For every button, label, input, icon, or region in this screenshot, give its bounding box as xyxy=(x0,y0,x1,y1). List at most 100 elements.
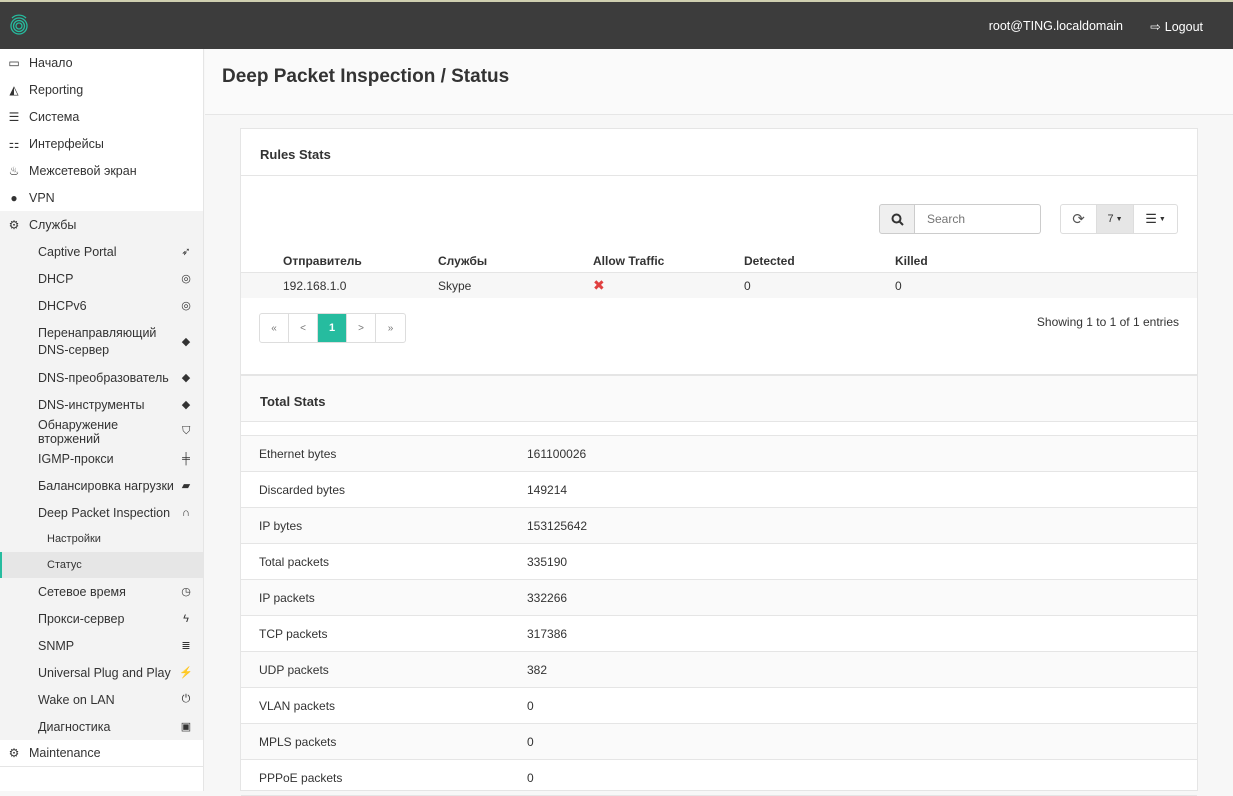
search-button[interactable] xyxy=(879,204,915,234)
bullseye-icon: ◎ xyxy=(181,273,191,285)
page-1[interactable]: 1 xyxy=(318,314,347,342)
page-last[interactable]: » xyxy=(376,314,405,342)
sidebar-service-7[interactable]: IGMP-прокси ╪ xyxy=(0,445,203,472)
database-icon: ≣ xyxy=(181,640,191,652)
sidebar-service-9[interactable]: Deep Packet Inspection ∩ xyxy=(0,499,203,526)
sidebar-item-0[interactable]: ▭ Начало xyxy=(0,49,203,76)
columns-dropdown[interactable]: ☰ ▼ xyxy=(1134,205,1177,233)
power-icon: ⏻ xyxy=(181,693,191,705)
sidebar-service-0[interactable]: Captive Portal ➶ xyxy=(0,238,203,265)
total-stats-title: Total Stats xyxy=(241,376,1197,422)
medkit-icon: ▣ xyxy=(180,721,192,733)
sidebar-service-3[interactable]: Перенаправляющий DNS-сервер ◆ xyxy=(0,319,203,364)
stats-row: MPLS packets 0 xyxy=(241,724,1197,760)
fire-icon: ♨ xyxy=(8,163,20,178)
stat-value: 382 xyxy=(527,662,548,677)
page-header: Deep Packet Inspection / Status xyxy=(205,49,1233,115)
caret-down-icon: ▼ xyxy=(1115,215,1123,223)
page-prev[interactable]: < xyxy=(289,314,318,342)
sidebar-service2-3[interactable]: Universal Plug and Play ⚡ xyxy=(0,659,203,686)
grid-actions: ⟳ 7 ▼ ☰ ▼ xyxy=(1060,204,1178,234)
area-chart-icon: ◭ xyxy=(9,82,19,97)
truck-icon: ▰ xyxy=(181,480,191,492)
stat-label: IP bytes xyxy=(259,518,303,533)
sidebar-service2-1[interactable]: Прокси-сервер ϟ xyxy=(0,605,203,632)
stat-value: 0 xyxy=(527,734,534,749)
column-killed[interactable]: Killed xyxy=(895,254,1045,268)
sidebar-service2-4[interactable]: Wake on LAN ⏻ xyxy=(0,686,203,713)
refresh-button[interactable]: ⟳ xyxy=(1061,205,1097,233)
stats-row: Ethernet bytes 161100026 xyxy=(241,436,1197,472)
tags-icon: ◆ xyxy=(181,399,191,411)
sidebar-service2-0[interactable]: Сетевое время ◷ xyxy=(0,578,203,605)
sidebar-item-3[interactable]: ⚏ Интерфейсы xyxy=(0,130,203,157)
paper-plane-icon: ➶ xyxy=(181,246,191,258)
stats-row: TCP packets 317386 xyxy=(241,616,1197,652)
sidebar-service2-2[interactable]: SNMP ≣ xyxy=(0,632,203,659)
page-size-dropdown[interactable]: 7 ▼ xyxy=(1097,205,1134,233)
column-services[interactable]: Службы xyxy=(438,254,593,268)
page-next[interactable]: > xyxy=(347,314,376,342)
logout-button[interactable]: ⇨ Logout xyxy=(1150,19,1203,35)
top-bar: root@TING.localdomain ⇨ Logout xyxy=(0,0,1233,49)
column-sender[interactable]: Отправитель xyxy=(241,254,438,268)
cog-icon: ⚙ xyxy=(8,217,20,232)
stat-value: 332266 xyxy=(527,590,568,605)
search-input[interactable] xyxy=(915,204,1041,234)
sidebar-service-2[interactable]: DHCPv6 ◎ xyxy=(0,292,203,319)
stat-label: VLAN packets xyxy=(259,698,336,713)
page-first[interactable]: « xyxy=(260,314,289,342)
sitemap-icon: ⚏ xyxy=(8,136,20,151)
stat-label: MPLS packets xyxy=(259,734,337,749)
stats-row: UDP packets 382 xyxy=(241,652,1197,688)
stat-label: UDP packets xyxy=(259,662,329,677)
sidebar-item-6[interactable]: ⚙ Службы xyxy=(0,211,203,238)
rules-stats-card: Rules Stats ⟳ 7▼ ☰▼ Отправитель Службы A… xyxy=(240,128,1198,796)
sidebar-service2-5[interactable]: Диагностика ▣ xyxy=(0,713,203,740)
sidebar-item-dpi-settings[interactable]: Настройки xyxy=(0,526,203,552)
column-allow-traffic[interactable]: Allow Traffic xyxy=(593,254,744,268)
user-name[interactable]: root@TING.localdomain xyxy=(989,19,1123,33)
refresh-icon: ⟳ xyxy=(1072,211,1085,228)
sidebar-service-5[interactable]: DNS-инструменты ◆ xyxy=(0,391,203,418)
sidebar: ▭ Начало ◭ Reporting ☰ Система ⚏ Интерфейсы ♨ Меж… xyxy=(0,49,204,791)
fingerprint-logo-icon[interactable] xyxy=(8,12,30,38)
stat-value: 161100026 xyxy=(527,446,587,461)
tags-icon: ◆ xyxy=(181,372,191,384)
spacer xyxy=(241,422,1197,436)
sidebar-item-4[interactable]: ♨ Межсетевой экран xyxy=(0,157,203,184)
cell-sender: 192.168.1.0 xyxy=(283,278,347,293)
page-title: Deep Packet Inspection / Status xyxy=(222,66,510,87)
laptop-icon: ▭ xyxy=(8,55,20,70)
sidebar-item-2[interactable]: ☰ Система xyxy=(0,103,203,130)
headphones-icon: ∩ xyxy=(182,506,190,519)
rules-table: Отправитель Службы Allow Traffic Detecte… xyxy=(241,249,1197,298)
sidebar-service-4[interactable]: DNS-преобразователь ◆ xyxy=(0,364,203,391)
sidebar-service-1[interactable]: DHCP ◎ xyxy=(0,265,203,292)
stat-value: 0 xyxy=(527,698,534,713)
services-group: Captive Portal ➶ DHCP ◎ DHCPv6 ◎ Перенаправляю… xyxy=(0,238,203,740)
entries-info: Showing 1 to 1 of 1 entries xyxy=(1036,315,1179,329)
sidebar-item-5[interactable]: ● VPN xyxy=(0,184,203,211)
pagination: « < 1 > » xyxy=(259,313,406,343)
stat-label: Total packets xyxy=(259,554,330,569)
stat-value: 153125642 xyxy=(527,518,588,533)
column-detected[interactable]: Detected xyxy=(744,254,895,268)
stat-label: TCP packets xyxy=(259,626,328,641)
cell-service: Skype xyxy=(438,278,472,293)
sidebar-item-1[interactable]: ◭ Reporting xyxy=(0,76,203,103)
sidebar-service-8[interactable]: Балансировка нагрузки ▰ xyxy=(0,472,203,499)
stat-label: IP packets xyxy=(259,590,315,605)
bolt-icon: ϟ xyxy=(183,612,189,625)
stat-value: 317386 xyxy=(527,626,568,641)
sidebar-item-maintenance[interactable]: ⚙ Maintenance xyxy=(0,740,203,767)
plug-icon: ⚡ xyxy=(179,667,193,679)
cell-detected: 0 xyxy=(744,278,751,293)
sidebar-service-6[interactable]: Обнаружение вторжений ⛉ xyxy=(0,418,203,446)
tags-icon: ◆ xyxy=(181,336,191,348)
stat-label: Discarded bytes xyxy=(259,482,346,497)
sidebar-item-dpi-status[interactable]: Статус xyxy=(0,552,203,578)
search-icon xyxy=(891,213,904,226)
table-row[interactable]: 192.168.1.0 Skype ✖ 0 0 xyxy=(241,273,1197,298)
stats-row: IP bytes 153125642 xyxy=(241,508,1197,544)
